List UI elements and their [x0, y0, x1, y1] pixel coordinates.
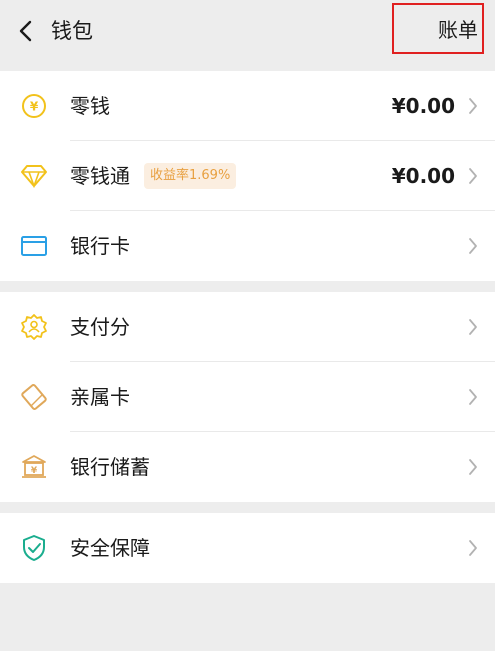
row-family-card[interactable]: 亲属卡 — [0, 362, 495, 432]
row-change[interactable]: ¥ 零钱 ¥0.00 — [0, 71, 495, 141]
row-security[interactable]: 安全保障 — [0, 513, 495, 583]
row-pay-score[interactable]: 支付分 — [0, 292, 495, 362]
svg-text:¥: ¥ — [30, 100, 39, 114]
bill-label: 账单 — [438, 18, 478, 42]
yield-rate-badge: 收益率1.69% — [144, 163, 237, 189]
top-bar: 钱包 账单 — [0, 0, 495, 62]
diamond-icon — [20, 162, 48, 190]
wallet-group-balance: ¥ 零钱 ¥0.00 零钱通 收益率1.69% ¥0.00 银行卡 — [0, 71, 495, 281]
chevron-right-icon — [469, 459, 477, 475]
chevron-right-icon — [469, 319, 477, 335]
row-change-label: 零钱 — [70, 94, 110, 118]
row-family-card-label: 亲属卡 — [70, 385, 130, 409]
page-title: 钱包 — [51, 19, 93, 43]
chevron-right-icon — [469, 540, 477, 556]
bank-card-icon — [20, 232, 48, 260]
svg-text:¥: ¥ — [31, 466, 38, 476]
row-change-plus[interactable]: 零钱通 收益率1.69% ¥0.00 — [0, 141, 495, 211]
chevron-right-icon — [469, 98, 477, 114]
chevron-right-icon — [469, 168, 477, 184]
row-security-label: 安全保障 — [70, 536, 150, 560]
bank-building-icon: ¥ — [20, 453, 48, 481]
chevron-left-icon — [19, 20, 32, 42]
row-bank-card[interactable]: 银行卡 — [0, 211, 495, 281]
row-bank-savings-label: 银行储蓄 — [70, 455, 150, 479]
change-plus-balance: ¥0.00 — [391, 164, 455, 188]
row-pay-score-label: 支付分 — [70, 315, 130, 339]
row-bank-savings[interactable]: ¥ 银行储蓄 — [0, 432, 495, 502]
back-button[interactable] — [14, 18, 36, 44]
change-balance: ¥0.00 — [391, 94, 455, 118]
wallet-group-security: 安全保障 — [0, 513, 495, 583]
bill-button[interactable]: 账单 — [392, 3, 484, 54]
family-card-icon — [20, 383, 48, 411]
shield-check-icon — [20, 534, 48, 562]
pay-score-badge-icon — [20, 313, 48, 341]
chevron-right-icon — [469, 389, 477, 405]
chevron-right-icon — [469, 238, 477, 254]
row-bank-card-label: 银行卡 — [70, 234, 130, 258]
row-change-plus-label: 零钱通 — [70, 164, 130, 188]
wallet-group-services: 支付分 亲属卡 ¥ 银行储蓄 — [0, 292, 495, 502]
yuan-coin-icon: ¥ — [20, 92, 48, 120]
